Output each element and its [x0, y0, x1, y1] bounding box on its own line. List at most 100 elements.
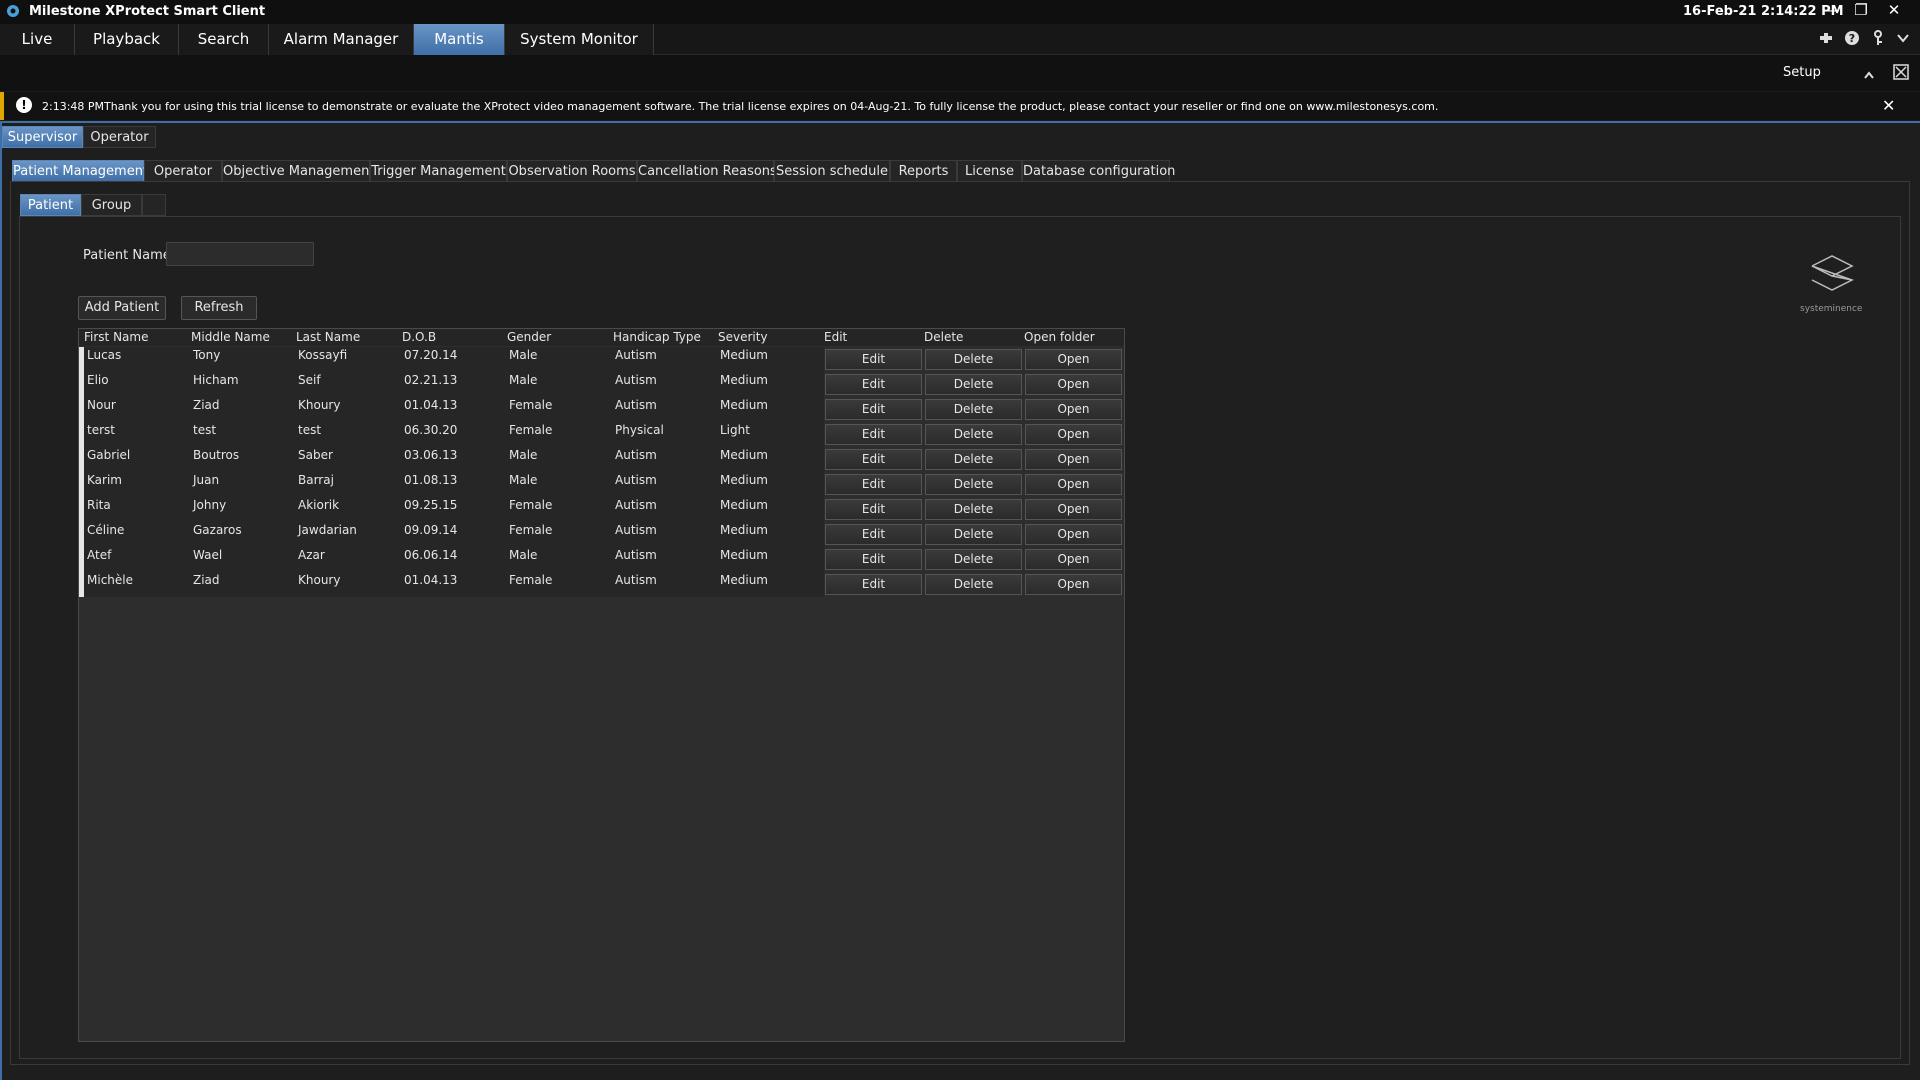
cell-last-name: Jawdarian	[298, 523, 357, 537]
column-dob[interactable]: D.O.B	[402, 330, 436, 344]
column-open-folder[interactable]: Open folder	[1024, 330, 1095, 344]
tab-objective-management[interactable]: Objective Management	[222, 160, 374, 182]
delete-button[interactable]: Delete	[925, 424, 1022, 445]
delete-button[interactable]: Delete	[925, 399, 1022, 420]
tab-cancellation-reasons[interactable]: Cancellation Reasons	[637, 160, 777, 182]
column-severity[interactable]: Severity	[718, 330, 768, 344]
delete-button[interactable]: Delete	[925, 549, 1022, 570]
title-bar	[0, 0, 1920, 24]
row-selector[interactable]	[79, 472, 84, 497]
edit-button[interactable]: Edit	[825, 424, 922, 445]
row-selector[interactable]	[79, 497, 84, 522]
tab-database-configuration[interactable]: Database configuration	[1022, 160, 1175, 182]
row-selector[interactable]	[79, 447, 84, 472]
warning-icon: !	[16, 97, 32, 113]
cell-middle-name: test	[193, 423, 217, 437]
open-folder-button[interactable]: Open	[1025, 374, 1122, 395]
delete-button[interactable]: Delete	[925, 524, 1022, 545]
open-folder-button[interactable]: Open	[1025, 449, 1122, 470]
fullscreen-icon[interactable]	[1893, 64, 1909, 80]
nav-tab-system-monitor[interactable]: System Monitor	[505, 24, 654, 55]
column-edit[interactable]: Edit	[824, 330, 847, 344]
row-selector[interactable]	[79, 572, 84, 597]
close-window-button[interactable]: ✕	[1879, 0, 1909, 22]
cell-last-name: Khoury	[298, 573, 341, 587]
nav-tab-mantis[interactable]: Mantis	[414, 24, 505, 55]
row-selector[interactable]	[79, 347, 84, 372]
column-first-name[interactable]: First Name	[84, 330, 148, 344]
tab-patient[interactable]: Patient	[20, 194, 81, 216]
nav-tab-live[interactable]: Live	[0, 24, 75, 55]
edit-button[interactable]: Edit	[825, 524, 922, 545]
open-folder-button[interactable]: Open	[1025, 574, 1122, 595]
tab-supervisor[interactable]: Supervisor	[2, 126, 83, 148]
tab-group[interactable]: Group	[81, 194, 142, 216]
cell-handicap-type: Autism	[615, 498, 657, 512]
nav-tab-playback[interactable]: Playback	[75, 24, 179, 55]
nav-tab-alarm-manager[interactable]: Alarm Manager	[269, 24, 414, 55]
edit-button[interactable]: Edit	[825, 499, 922, 520]
edit-button[interactable]: Edit	[825, 399, 922, 420]
delete-button[interactable]: Delete	[925, 574, 1022, 595]
row-selector[interactable]	[79, 547, 84, 572]
tab-operator[interactable]: Operator	[144, 160, 222, 182]
tab-observation-rooms[interactable]: Observation Rooms	[507, 160, 637, 182]
tab-operator-role[interactable]: Operator	[83, 126, 156, 148]
tab-trigger-management[interactable]: Trigger Management	[370, 160, 507, 182]
refresh-button[interactable]: Refresh	[181, 296, 257, 320]
tab-session-schedule[interactable]: Session schedule	[774, 160, 890, 182]
column-gender[interactable]: Gender	[507, 330, 551, 344]
cell-severity: Medium	[720, 473, 768, 487]
delete-button[interactable]: Delete	[925, 349, 1022, 370]
delete-button[interactable]: Delete	[925, 499, 1022, 520]
banner-close-icon[interactable]: ✕	[1882, 96, 1895, 115]
help-icon[interactable]: ?	[1842, 30, 1862, 50]
delete-button[interactable]: Delete	[925, 449, 1022, 470]
minimize-button[interactable]: —	[1816, 0, 1846, 22]
row-selector[interactable]	[79, 397, 84, 422]
key-icon[interactable]	[1868, 30, 1888, 50]
open-folder-button[interactable]: Open	[1025, 524, 1122, 545]
open-folder-button[interactable]: Open	[1025, 549, 1122, 570]
connection-icon[interactable]	[1816, 30, 1836, 50]
cell-first-name: Nour	[87, 398, 116, 412]
restore-button[interactable]: ❐	[1846, 0, 1876, 22]
cell-dob: 06.30.20	[404, 423, 458, 437]
nav-tab-search[interactable]: Search	[179, 24, 269, 55]
column-handicap-type[interactable]: Handicap Type	[613, 330, 701, 344]
open-folder-button[interactable]: Open	[1025, 474, 1122, 495]
chevron-down-icon[interactable]	[1893, 30, 1913, 50]
edit-button[interactable]: Edit	[825, 374, 922, 395]
chevron-up-icon[interactable]	[1862, 68, 1876, 82]
edit-button[interactable]: Edit	[825, 474, 922, 495]
setup-button[interactable]: Setup	[1783, 65, 1821, 80]
edit-button[interactable]: Edit	[825, 349, 922, 370]
open-folder-button[interactable]: Open	[1025, 349, 1122, 370]
open-folder-button[interactable]: Open	[1025, 499, 1122, 520]
edit-button[interactable]: Edit	[825, 574, 922, 595]
add-patient-button[interactable]: Add Patient	[78, 296, 166, 320]
row-selector[interactable]	[79, 522, 84, 547]
open-folder-button[interactable]: Open	[1025, 424, 1122, 445]
cell-severity: Medium	[720, 498, 768, 512]
brand-name: systeminence	[1800, 304, 1863, 314]
row-selector[interactable]	[79, 372, 84, 397]
tab-patient-management[interactable]: Patient Management	[12, 160, 148, 182]
edit-button[interactable]: Edit	[825, 549, 922, 570]
column-middle-name[interactable]: Middle Name	[191, 330, 270, 344]
tab-reports[interactable]: Reports	[890, 160, 957, 182]
app-logo-icon	[6, 4, 20, 18]
brand-logo	[1804, 246, 1860, 306]
cell-last-name: Akiorik	[298, 498, 340, 512]
open-folder-button[interactable]: Open	[1025, 399, 1122, 420]
cell-first-name: Karim	[87, 473, 122, 487]
cell-first-name: Gabriel	[87, 448, 131, 462]
column-delete[interactable]: Delete	[924, 330, 963, 344]
delete-button[interactable]: Delete	[925, 374, 1022, 395]
edit-button[interactable]: Edit	[825, 449, 922, 470]
column-last-name[interactable]: Last Name	[296, 330, 360, 344]
tab-license[interactable]: License	[957, 160, 1022, 182]
row-selector[interactable]	[79, 422, 84, 447]
delete-button[interactable]: Delete	[925, 474, 1022, 495]
patient-name-input[interactable]	[166, 242, 314, 266]
